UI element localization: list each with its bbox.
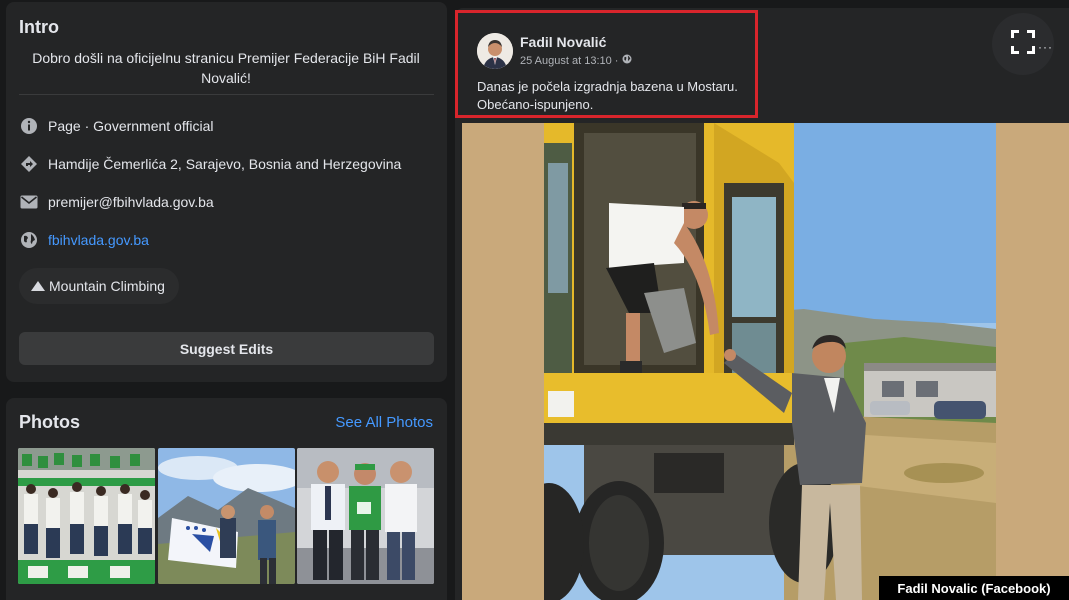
hobby-label: Mountain Climbing	[49, 278, 165, 294]
globe-icon	[19, 230, 39, 250]
photo-credit: Fadil Novalic (Facebook)	[879, 576, 1069, 600]
intro-bio: Dobro došli na oficijelnu stranicu Premi…	[32, 50, 420, 86]
photo-thumbnail-mountain-flag[interactable]	[158, 448, 295, 584]
intro-divider	[19, 94, 434, 95]
see-all-photos-link[interactable]: See All Photos	[335, 414, 433, 431]
post-photo	[544, 123, 996, 600]
info-row-email: premijer@fbihvlada.gov.ba	[19, 190, 214, 214]
location-icon	[19, 154, 39, 174]
post-header-highlight	[455, 10, 758, 118]
photos-card: Photos See All Photos	[6, 398, 447, 600]
info-category-text: Page · Government official	[48, 118, 214, 134]
intro-card: Intro Dobro došli na oficijelnu stranicu…	[6, 2, 447, 382]
intro-title: Intro	[19, 17, 59, 37]
expand-icon	[1011, 29, 1035, 59]
website-link[interactable]: fbihvlada.gov.ba	[48, 232, 149, 248]
more-options-button[interactable]: ···	[1038, 40, 1053, 54]
info-email-text[interactable]: premijer@fbihvlada.gov.ba	[48, 194, 214, 210]
mountain-icon	[31, 281, 45, 291]
info-row-category: Page · Government official	[19, 114, 214, 138]
info-row-address: Hamdije Čemerlića 2, Sarajevo, Bosnia an…	[19, 152, 401, 176]
hobby-chip[interactable]: Mountain Climbing	[19, 268, 179, 304]
info-address-text: Hamdije Čemerlića 2, Sarajevo, Bosnia an…	[48, 156, 402, 172]
email-icon	[19, 192, 39, 212]
info-icon	[19, 116, 39, 136]
photo-thumbnail-three-men[interactable]	[297, 448, 434, 584]
photos-title: Photos	[19, 412, 80, 432]
suggest-edits-button[interactable]: Suggest Edits	[19, 332, 434, 365]
post-photo-container[interactable]	[462, 123, 1069, 600]
info-row-website: fbihvlada.gov.ba	[19, 228, 149, 252]
photo-thumbnail-crowd[interactable]	[18, 448, 155, 584]
